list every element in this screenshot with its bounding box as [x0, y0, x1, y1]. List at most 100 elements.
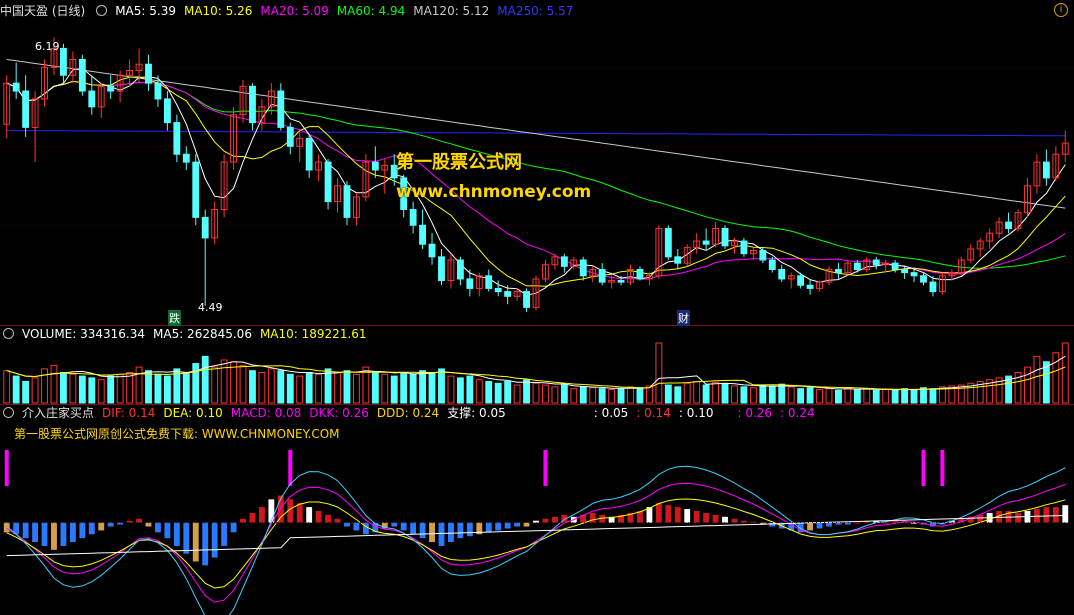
macd-hist-bar — [240, 518, 246, 523]
extra-value-2: : 0.14 — [636, 406, 671, 420]
candle-body — [409, 208, 417, 226]
candle-body — [419, 224, 427, 245]
macd-hist-bar — [164, 522, 171, 539]
macd-hist-bar — [448, 522, 454, 543]
candle-body — [910, 272, 918, 277]
macd-hist-bar — [731, 518, 738, 523]
volume-bar — [31, 377, 39, 404]
volume-bar — [334, 372, 341, 404]
buy-signal-bar — [288, 450, 293, 486]
macd-hist-bar — [145, 522, 152, 527]
volume-bar — [390, 375, 398, 404]
macd-hist-bar — [51, 522, 57, 550]
volume-bar — [693, 380, 701, 404]
macd-hist-bar — [69, 522, 76, 543]
volume-bar — [494, 382, 502, 404]
volume-bar — [759, 384, 767, 404]
volume-bar — [712, 381, 720, 404]
volume-bar — [542, 384, 549, 404]
volume-bar — [352, 373, 360, 404]
volume-bar — [731, 385, 738, 404]
macd-hist-bar — [1062, 505, 1069, 523]
volume-bar — [456, 377, 464, 404]
volume-bar — [608, 389, 616, 404]
volume-bar — [60, 372, 67, 404]
volume-bar — [920, 387, 927, 404]
macd-hist-bar — [693, 511, 700, 523]
macd-hist-bar — [826, 522, 832, 527]
candle-body — [702, 240, 710, 245]
info-icon[interactable]: i — [1054, 3, 1068, 17]
buy-signal-bar — [921, 450, 926, 486]
macd-hist-bar — [362, 522, 369, 535]
macd-hist-bar — [504, 522, 511, 529]
macd-hist-bar — [1015, 512, 1021, 523]
macd-hist-bar — [466, 522, 473, 537]
macd-hist-bar — [107, 522, 114, 527]
ma5-legend: MA5: 5.39 — [115, 4, 176, 18]
volume-bar — [97, 379, 105, 404]
volume-bar — [1024, 366, 1031, 404]
volume-bar — [41, 368, 48, 404]
candle-body — [523, 291, 530, 308]
candle-body — [466, 278, 474, 289]
volume-bar — [598, 388, 606, 404]
volume-bar — [69, 373, 77, 404]
extra-value-4: : 0.26 — [737, 406, 773, 420]
extra-value-5: : 0.24 — [780, 406, 815, 420]
volume-bar — [12, 375, 20, 404]
volume-settings-icon[interactable] — [3, 328, 14, 339]
volume-bar — [636, 387, 644, 404]
volume-bar — [929, 388, 937, 404]
volume-bar — [249, 370, 256, 404]
buy-signal-bar — [543, 450, 548, 486]
candle-body — [636, 268, 644, 280]
volume-bar — [797, 388, 805, 404]
volume-bar — [438, 368, 445, 404]
macd-hist-bar — [844, 522, 851, 525]
macd-hist-bar — [882, 522, 889, 524]
ddd-value: DDD: 0.24 — [376, 406, 440, 420]
kline-chart-canvas[interactable] — [0, 0, 1074, 615]
macd-hist-bar — [22, 522, 29, 539]
macd-hist-bar — [703, 512, 710, 523]
volume-bar — [296, 375, 304, 404]
volume-bar — [258, 372, 266, 404]
macd-hist-bar — [712, 514, 719, 523]
macd-hist-bar — [892, 520, 899, 523]
macd-hist-bar — [211, 522, 218, 558]
volume-bar — [853, 389, 861, 404]
candle-body — [1005, 221, 1012, 229]
volume-bar — [22, 380, 30, 404]
macd-hist-bar — [722, 516, 728, 523]
dkk-value: DKK: 0.26 — [309, 406, 369, 420]
volume-bar — [702, 384, 710, 404]
volume-bar — [78, 375, 86, 404]
macd-hist-bar — [542, 518, 549, 523]
watermark-title: 第一股票公式网 — [396, 152, 522, 173]
macd-hist-bar — [523, 522, 530, 527]
macd-hist-bar — [230, 522, 237, 533]
indicator-panel-settings-icon[interactable] — [3, 407, 14, 418]
candle-body — [286, 126, 294, 147]
indicator-name: 介入庄家买点 — [22, 406, 95, 420]
macd-hist-bar — [353, 522, 360, 531]
volume-bar — [910, 389, 918, 404]
low-price-label: 4.49 — [198, 301, 223, 314]
volume-bar — [400, 372, 408, 404]
macd-hist-bar — [495, 522, 502, 531]
candle-body — [768, 259, 776, 270]
volume-bar — [305, 372, 313, 404]
extra-value-3: : 0.10 — [678, 406, 714, 420]
watermark-url: www.chnmoney.com — [396, 182, 592, 202]
macd-value: MACD: 0.08 — [230, 406, 302, 420]
indicator-settings-icon[interactable] — [96, 5, 108, 16]
macd-hist-bar — [88, 522, 95, 535]
volume-ma5: MA5: 262845.06 — [153, 327, 252, 341]
candle-body — [22, 90, 30, 128]
candle-body — [920, 275, 927, 283]
candle-body — [806, 284, 814, 289]
volume-bar — [835, 389, 842, 404]
macd-hist-bar — [485, 522, 492, 533]
macd-hist-bar — [551, 516, 558, 523]
